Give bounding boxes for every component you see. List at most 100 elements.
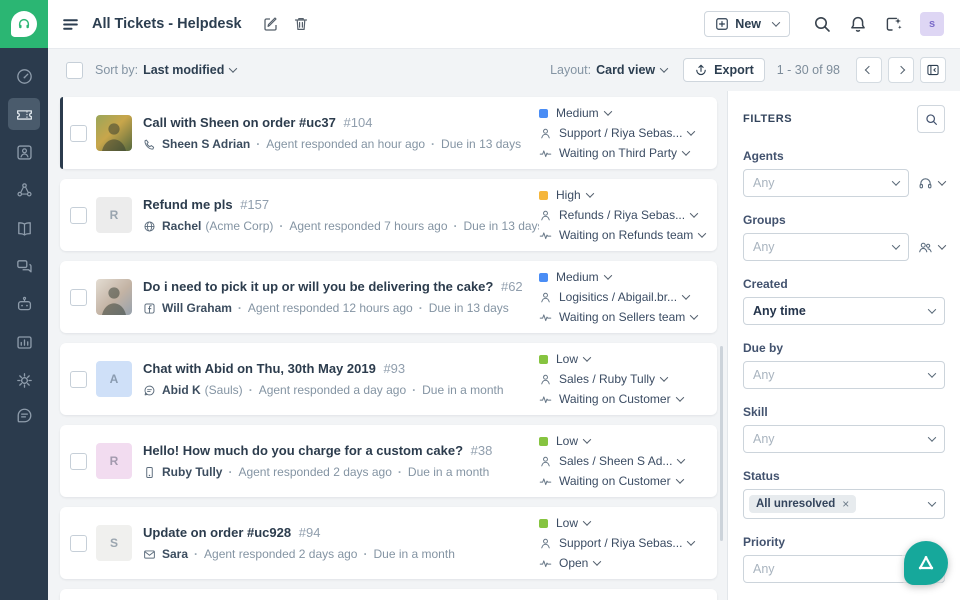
assignee-dropdown[interactable]: Support / Riya Sebas... [539,535,711,551]
responded-text: Agent responded 2 days ago [222,465,391,479]
assignee-dropdown[interactable]: Support / Riya Sebas... [539,125,711,141]
nav-admin[interactable] [8,364,40,396]
headset-icon[interactable] [918,176,947,191]
ticket-title: Chat with Abid on Thu, 30th May 2019 [143,361,376,376]
bot-icon [17,296,31,310]
trash-icon [294,18,307,30]
ticket-card[interactable]: R Hello! How much do you charge for a cu… [60,425,717,497]
filter-label: Agents [743,149,784,163]
remove-tag-icon[interactable]: × [842,498,849,510]
user-avatar[interactable]: s [920,12,944,36]
ticket-checkbox[interactable] [70,452,87,470]
chevron-down-icon [687,127,696,136]
status-dropdown[interactable]: Waiting on Third Party [539,145,711,161]
priority-dropdown[interactable]: Medium [539,105,711,121]
nav-forums[interactable] [8,250,40,282]
collapse-panel-button[interactable] [920,57,946,83]
delete-view-button[interactable] [293,16,309,32]
status-dropdown[interactable]: Open [539,555,711,571]
filter-search-button[interactable] [917,105,945,133]
ticket-card-partial [60,589,717,600]
select-all-checkbox[interactable] [66,61,83,79]
chevron-down-icon [677,455,686,464]
status-dropdown[interactable]: Waiting on Sellers team [539,309,711,325]
people-icon[interactable] [918,240,947,255]
chevron-down-icon [698,229,707,238]
priority-dropdown[interactable]: Medium [539,269,711,285]
assignee-dropdown[interactable]: Refunds / Riya Sebas... [539,207,711,223]
facebook-icon [143,302,156,315]
menu-icon[interactable] [62,16,79,33]
sort-dropdown[interactable]: Last modified [143,63,238,77]
ticket-card[interactable]: Do i need to pick it up or will you be d… [60,261,717,333]
priority-dot [539,518,548,528]
filter-select[interactable]: All unresolved × [743,489,945,519]
status-dropdown[interactable]: Waiting on Customer [539,473,711,489]
edit-icon [263,17,277,31]
priority-dropdown[interactable]: Low [539,515,711,531]
chevron-down-icon [603,107,612,116]
assignee-dropdown[interactable]: Sales / Sheen S Ad... [539,453,711,469]
nav-contacts[interactable] [8,136,40,168]
responded-text: Agent responded 2 days ago [188,547,357,561]
nav-bots[interactable] [8,288,40,320]
nav-social[interactable] [8,174,40,206]
focus-indicator [60,97,63,169]
nav-analytics[interactable] [8,326,40,358]
due-text: Due in 13 days [413,301,509,315]
prev-page-button[interactable] [856,57,882,83]
filter-select[interactable]: Any Any × [743,361,945,389]
ticket-checkbox[interactable] [70,534,87,552]
filter-section: Due by Any Any × [743,341,945,389]
new-ticket-button[interactable]: New [704,11,790,37]
status-label: Waiting on Third Party [559,146,678,160]
assignee-dropdown[interactable]: Logisitics / Abigail.br... [539,289,711,305]
filter-select[interactable]: Any Any × [743,169,909,197]
ticket-checkbox[interactable] [70,288,87,306]
person-icon [539,373,552,386]
nav-help-widget[interactable] [8,399,40,431]
ticket-card[interactable]: Call with Sheen on order #uc37 #104 Shee… [60,97,717,169]
freshworks-fab[interactable] [904,541,948,585]
assignee-dropdown[interactable]: Sales / Ruby Tully [539,371,711,387]
left-nav [0,0,48,600]
status-dropdown[interactable]: Waiting on Refunds team [539,227,711,243]
status-dropdown[interactable]: Waiting on Customer [539,391,711,407]
priority-dot [539,354,548,364]
chevron-down-icon [937,177,947,186]
freshdesk-logo[interactable] [0,0,48,48]
ticket-id: #38 [470,443,493,458]
status-pulse-icon [539,475,552,488]
list-scrollbar[interactable] [720,346,723,541]
notifications-bell-icon[interactable] [849,15,867,33]
filter-select[interactable]: Any time Any time × [743,297,945,325]
whats-new-sparkle-icon[interactable] [885,15,903,33]
filter-select[interactable]: Any Any × [743,425,945,453]
ticket-checkbox[interactable] [70,124,87,142]
main-area: All Tickets - Helpdesk New s Sort by: La… [48,0,960,600]
filter-select[interactable]: Any Any × [743,233,909,261]
ticket-checkbox[interactable] [70,370,87,388]
priority-dropdown[interactable]: Low [539,433,711,449]
edit-view-button[interactable] [263,16,279,32]
chevron-down-icon [675,475,684,484]
nav-solutions[interactable] [8,212,40,244]
nav-tickets[interactable] [8,98,40,130]
status-label: Waiting on Customer [559,392,671,406]
sort-by-label: Sort by: [95,63,139,77]
filter-section: Agents Any Any × [743,149,947,197]
nav-dashboard[interactable] [8,60,40,92]
ticket-checkbox[interactable] [70,206,87,224]
contact-name: Will Graham [162,301,232,315]
export-button[interactable]: Export [683,58,765,82]
priority-dropdown[interactable]: Low [539,351,711,367]
ticket-card[interactable]: A Chat with Abid on Thu, 30th May 2019 #… [60,343,717,415]
priority-dropdown[interactable]: High [539,187,711,203]
ticket-card[interactable]: R Refund me pls #157 Rachel (Acme Corp) … [60,179,717,251]
filters-heading: FILTERS [743,113,793,125]
ticket-card[interactable]: S Update on order #uc928 #94 Sara Agent … [60,507,717,579]
layout-dropdown[interactable]: Card view [596,63,669,77]
search-icon[interactable] [813,15,831,33]
next-page-button[interactable] [888,57,914,83]
group-agent-label: Support / Riya Sebas... [559,536,683,550]
